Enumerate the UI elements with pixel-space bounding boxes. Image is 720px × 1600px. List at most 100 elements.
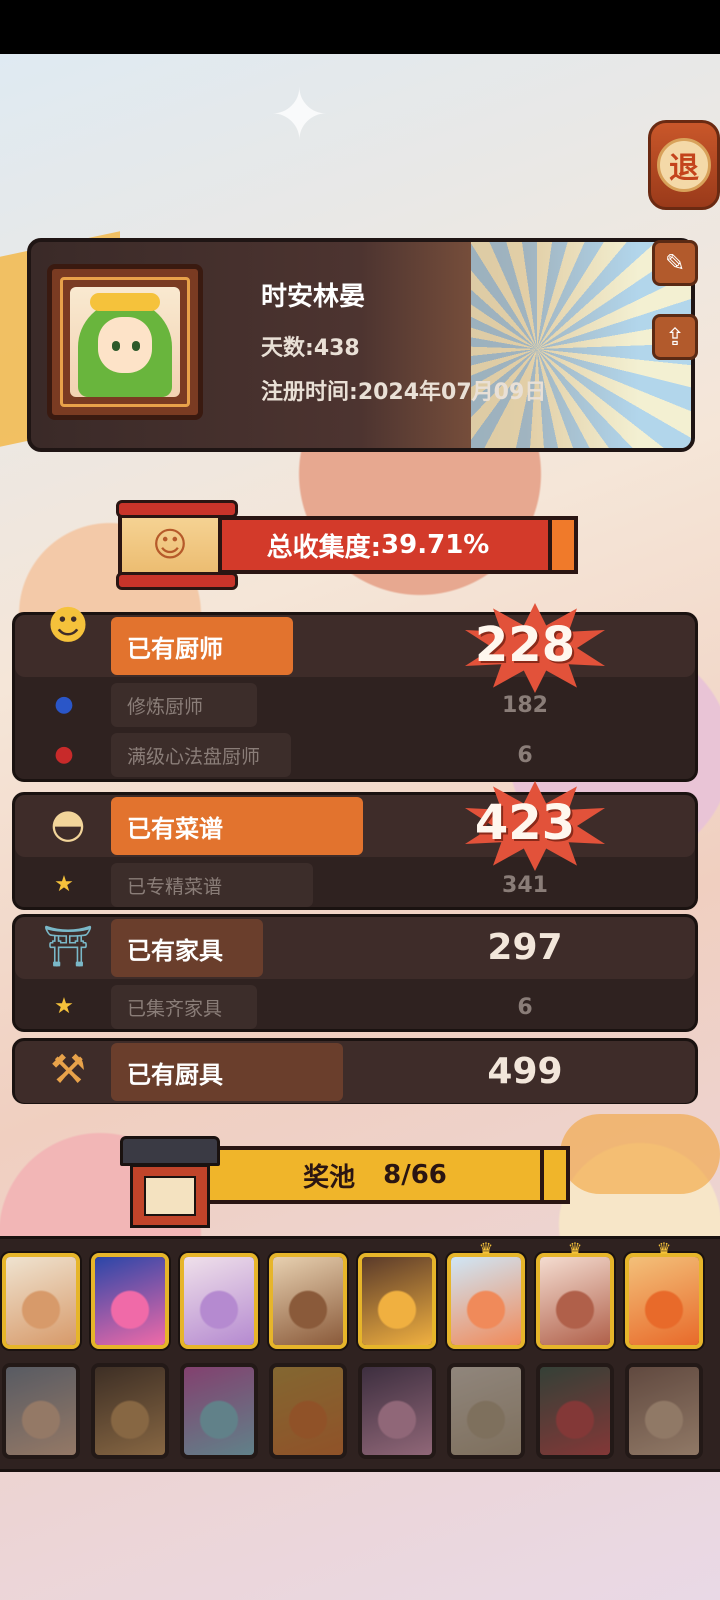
reward-card[interactable]	[91, 1253, 169, 1349]
sub-value: 6	[517, 995, 533, 1020]
card-art	[6, 1367, 76, 1455]
avatar	[70, 287, 180, 397]
pool-bar: 奖池 8/66	[202, 1146, 548, 1204]
card-art	[451, 1367, 521, 1455]
chefs-panel: ☻ 已有厨师 228 ● 修炼厨师 182 ● 满级心法盘厨师 6	[12, 603, 698, 782]
days-stat: 天数:438	[261, 330, 360, 362]
reward-card[interactable]	[536, 1253, 614, 1349]
card-art	[451, 1257, 521, 1345]
card-art	[6, 1257, 76, 1345]
utensils-panel: ⚒ 已有厨具 499	[12, 1038, 698, 1104]
sub-label: 修炼厨师	[111, 683, 257, 727]
crown-icon: ♛	[656, 1239, 672, 1258]
register-date: 注册时间:2024年07月09日	[261, 374, 546, 406]
utensil-icon: ⚒	[50, 1047, 86, 1093]
scroll-icon: ☺	[116, 500, 238, 590]
reward-card[interactable]	[625, 1363, 703, 1459]
total-value: 39.71%	[381, 530, 490, 560]
chefs-value: 228	[474, 617, 576, 673]
maxed-chef-icon: ●	[54, 741, 74, 767]
sub-label: 已专精菜谱	[111, 863, 313, 907]
reward-card[interactable]	[625, 1253, 703, 1349]
furniture-row[interactable]: ⛩ 已有家具 297	[15, 917, 695, 979]
utensils-label: 已有厨具	[111, 1043, 343, 1101]
reward-cards-panel: ♛ ♛ ♛	[0, 1236, 720, 1472]
shop-icon	[120, 1122, 220, 1232]
card-art	[184, 1367, 254, 1455]
trained-chef-icon: ●	[54, 691, 74, 717]
card-art	[629, 1367, 699, 1455]
pool-value: 8/66	[383, 1160, 447, 1190]
reward-card[interactable]	[269, 1253, 347, 1349]
reward-card[interactable]	[447, 1253, 525, 1349]
share-icon[interactable]: ⇪	[652, 314, 698, 360]
bg-decoration	[560, 1114, 720, 1194]
card-art	[273, 1257, 343, 1345]
card-art	[362, 1367, 432, 1455]
total-collection-banner: 总收集度: 39.71% ☺	[116, 500, 580, 590]
days-value: 438	[313, 336, 360, 361]
card-art	[273, 1367, 343, 1455]
reward-pool-banner[interactable]: 奖池 8/66	[120, 1122, 580, 1232]
reward-card[interactable]	[358, 1363, 436, 1459]
sub-value: 6	[517, 743, 533, 768]
days-label: 天数:	[261, 336, 314, 361]
sub-row: ● 满级心法盘厨师 6	[15, 731, 695, 779]
crown-icon: ♛	[567, 1239, 583, 1258]
avatar-frame[interactable]	[47, 264, 203, 420]
recipes-row[interactable]: ◓ 已有菜谱 423	[15, 781, 695, 871]
recipes-panel: ◓ 已有菜谱 423 ★ 已专精菜谱 341	[12, 781, 698, 910]
recipes-label: 已有菜谱	[111, 797, 363, 855]
sub-row: ● 修炼厨师 182	[15, 681, 695, 729]
player-name: 时安林晏	[261, 282, 366, 312]
card-art	[629, 1257, 699, 1345]
exit-button-label: 退	[657, 138, 711, 192]
chefs-label: 已有厨师	[111, 617, 293, 675]
reward-card[interactable]	[269, 1363, 347, 1459]
card-art	[184, 1257, 254, 1345]
furniture-icon: ⛩	[42, 923, 94, 970]
chefs-row[interactable]: ☻ 已有厨师 228	[15, 603, 695, 693]
reward-card[interactable]	[91, 1363, 169, 1459]
furniture-panel: ⛩ 已有家具 297 ★ 已集齐家具 6	[12, 914, 698, 1032]
reward-card[interactable]	[358, 1253, 436, 1349]
sub-value: 182	[502, 693, 548, 718]
sub-label: 满级心法盘厨师	[111, 733, 291, 777]
card-art	[540, 1367, 610, 1455]
sub-row: ★ 已专精菜谱 341	[15, 861, 695, 909]
star-icon: ★	[54, 993, 74, 1019]
status-bar	[0, 0, 720, 54]
sparkle-icon: ✦	[270, 74, 329, 156]
reward-card[interactable]	[180, 1253, 258, 1349]
exit-button[interactable]: 退	[648, 120, 720, 210]
chef-icon: ☻	[47, 603, 89, 649]
banner-tail	[548, 516, 578, 574]
total-label: 总收集度:	[266, 532, 382, 563]
crown-icon: ♛	[478, 1239, 494, 1258]
sub-row: ★ 已集齐家具 6	[15, 983, 695, 1031]
card-art	[540, 1257, 610, 1345]
profile-card: 时安林晏 天数:438 注册时间:2024年07月09日	[27, 238, 695, 452]
card-art	[95, 1367, 165, 1455]
reward-card[interactable]	[2, 1253, 80, 1349]
reward-card[interactable]	[180, 1363, 258, 1459]
reward-card[interactable]	[447, 1363, 525, 1459]
recipes-value: 423	[474, 795, 576, 851]
sub-value: 341	[502, 873, 548, 898]
furniture-label: 已有家具	[111, 919, 263, 977]
utensils-row[interactable]: ⚒ 已有厨具 499	[15, 1041, 695, 1103]
edit-icon[interactable]: ✎	[652, 240, 698, 286]
sub-label: 已集齐家具	[111, 985, 257, 1029]
utensils-value: 499	[487, 1051, 563, 1092]
register-value: 2024年07月09日	[357, 380, 547, 405]
banner-tail	[540, 1146, 570, 1204]
reward-card[interactable]	[536, 1363, 614, 1459]
card-art	[95, 1257, 165, 1345]
star-icon: ★	[54, 871, 74, 897]
pool-label: 奖池	[303, 1162, 356, 1193]
card-art	[362, 1257, 432, 1345]
reward-card[interactable]	[2, 1363, 80, 1459]
furniture-value: 297	[487, 927, 563, 968]
pudding-icon: ◓	[50, 801, 86, 847]
register-label: 注册时间:	[261, 380, 358, 405]
